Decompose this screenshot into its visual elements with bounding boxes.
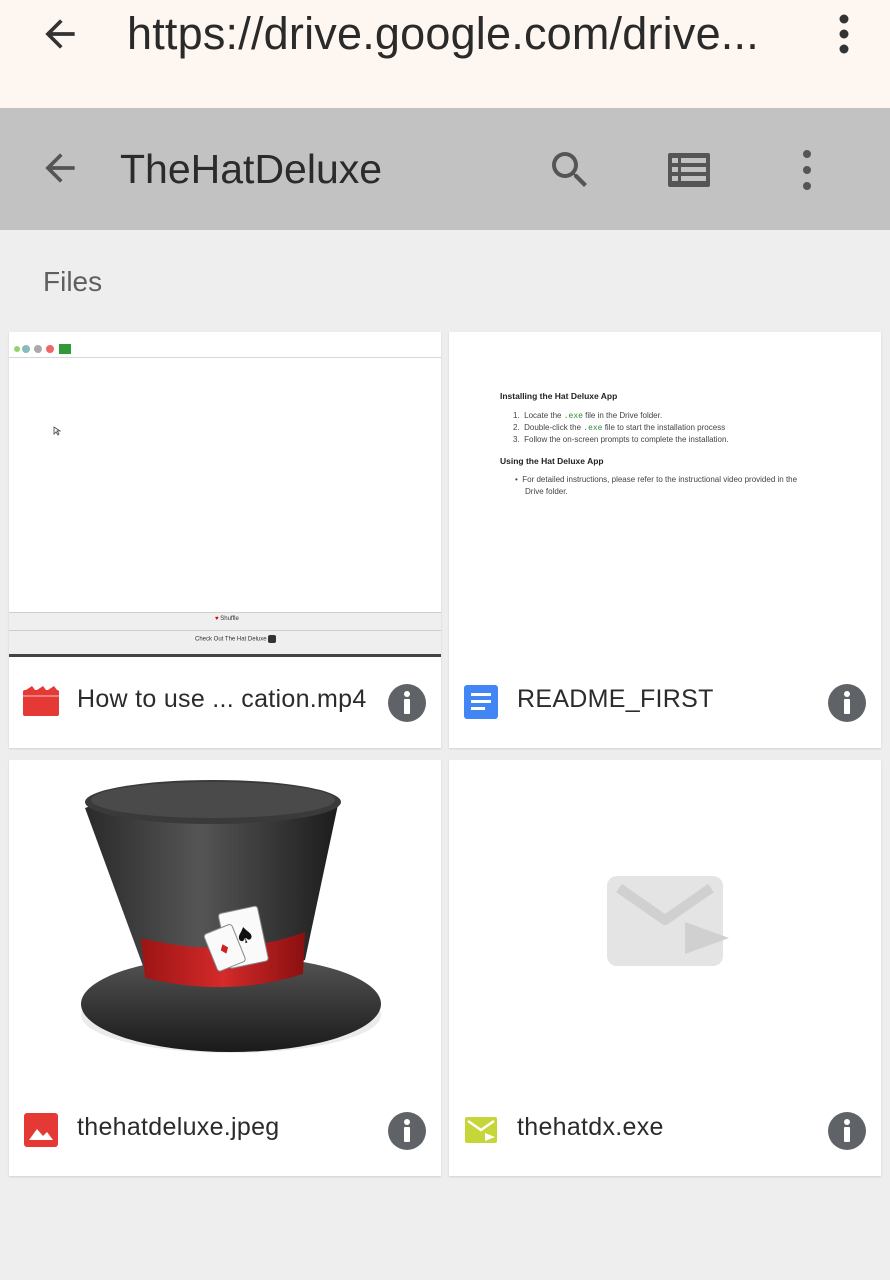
shuffle-label: ♥ Shuffle [215, 616, 239, 622]
file-name: How to use ... cation.mp4 [77, 685, 367, 713]
browser-back-icon[interactable] [38, 12, 82, 56]
doc-thumbnail: Installing the Hat Deluxe App 1. Locate … [449, 332, 881, 657]
url-text[interactable]: https://drive.google.com/drive... [127, 8, 807, 60]
video-toolbar [9, 340, 441, 358]
video-bottom-bar: ♥ Shuffle Check Out The Hat Deluxe [9, 612, 441, 654]
file-card-video[interactable]: ♥ Shuffle Check Out The Hat Deluxe How t… [9, 332, 441, 748]
file-footer: README_FIRST [449, 657, 881, 748]
info-icon[interactable] [387, 1111, 427, 1151]
file-card-doc[interactable]: Installing the Hat Deluxe App 1. Locate … [449, 332, 881, 748]
check-out-label: Check Out The Hat Deluxe [195, 635, 277, 643]
file-name: README_FIRST [517, 685, 714, 713]
doc-bullet-cont: Drive folder. [525, 487, 568, 496]
video-file-icon [23, 686, 59, 716]
image-thumbnail: ♠ ♦ [9, 760, 441, 1085]
exe-placeholder-icon [607, 876, 729, 966]
doc-step-2: 2. Double-click the .exe file to start t… [513, 423, 726, 433]
info-icon[interactable] [827, 1111, 867, 1151]
file-footer: thehatdeluxe.jpeg [9, 1085, 441, 1176]
exe-file-icon [465, 1117, 497, 1143]
doc-bullet: • For detailed instructions, please refe… [515, 475, 798, 484]
file-name: thehatdeluxe.jpeg [77, 1113, 280, 1141]
toolbar-icons [14, 344, 71, 354]
info-icon[interactable] [387, 683, 427, 723]
drive-app-bar: TheHatDeluxe [0, 108, 890, 230]
doc-heading-1: Installing the Hat Deluxe App [500, 391, 618, 401]
list-view-icon[interactable] [666, 150, 712, 190]
doc-step-3: 3. Follow the on-screen prompts to compl… [513, 435, 729, 444]
file-name: thehatdx.exe [517, 1113, 664, 1141]
docs-file-icon [464, 685, 498, 719]
doc-heading-2: Using the Hat Deluxe App [500, 456, 604, 466]
files-section-label: Files [43, 266, 103, 297]
file-card-exe[interactable]: thehatdx.exe [449, 760, 881, 1176]
file-footer: thehatdx.exe [449, 1085, 881, 1176]
top-hat-image: ♠ ♦ [81, 780, 381, 1053]
back-arrow-icon[interactable] [38, 146, 82, 190]
info-icon[interactable] [827, 683, 867, 723]
file-footer: How to use ... cation.mp4 [9, 657, 441, 748]
folder-title: TheHatDeluxe [120, 146, 383, 192]
file-card-image[interactable]: ♠ ♦ thehatdeluxe.jpeg [9, 760, 441, 1176]
cursor-icon [53, 426, 61, 436]
browser-menu-icon[interactable] [826, 10, 862, 58]
doc-step-1: 1. Locate the .exe file in the Drive fol… [513, 411, 663, 421]
search-icon[interactable] [546, 146, 594, 194]
more-options-icon[interactable] [792, 146, 822, 196]
image-file-icon [24, 1113, 58, 1147]
exe-thumbnail [449, 760, 881, 1085]
browser-url-bar: https://drive.google.com/drive... [0, 0, 890, 108]
video-thumbnail: ♥ Shuffle Check Out The Hat Deluxe [9, 332, 441, 657]
